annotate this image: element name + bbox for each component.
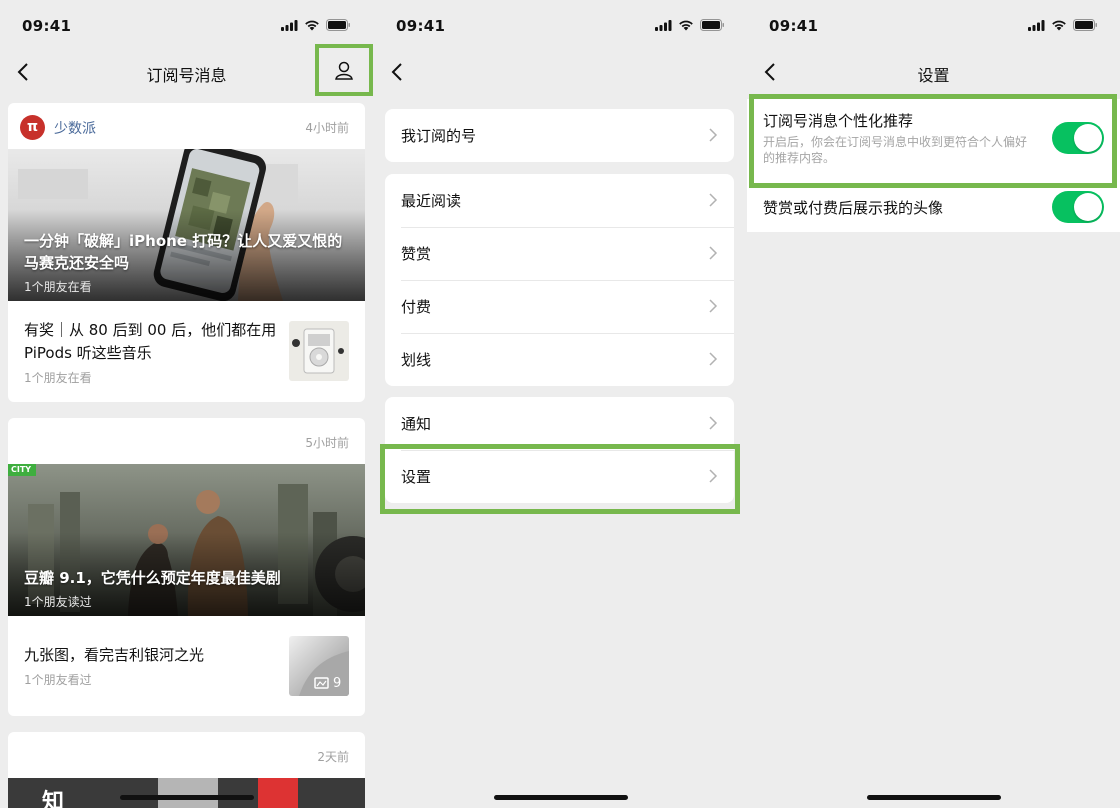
chevron-right-icon — [709, 299, 718, 313]
nav-bar: 订阅号消息 — [0, 44, 373, 96]
personalized-recommendation-toggle[interactable] — [1052, 122, 1104, 154]
menu-item-underlines[interactable]: 划线 — [385, 333, 734, 386]
hero-friends-read: 1个朋友读过 — [24, 595, 92, 609]
menu-item-label: 通知 — [401, 415, 432, 433]
hero-friends-read: 1个朋友在看 — [24, 280, 92, 294]
hero-char: 知 — [42, 790, 65, 808]
hero-article[interactable]: 一分钟「破解」iPhone 打码？让人又爱又恨的马赛克还安全吗 1个朋友在看 — [8, 149, 365, 301]
source-avatar[interactable]: π — [20, 115, 45, 140]
nav-bar — [374, 52, 747, 92]
menu-item-settings[interactable]: 设置 — [385, 450, 734, 503]
show-avatar-toggle[interactable] — [1052, 191, 1104, 223]
setting-title: 订阅号消息个性化推荐 — [763, 112, 914, 130]
wifi-icon — [1052, 20, 1066, 31]
chevron-right-icon — [709, 193, 718, 207]
chevron-right-icon — [709, 352, 718, 366]
menu-item-label: 赞赏 — [401, 245, 432, 263]
chevron-right-icon — [709, 128, 718, 142]
subscription-messages-screen: 09:41 订阅号消息 π 少数派 4小时前 一分钟「破解」iPhone 打码？… — [0, 0, 373, 808]
home-indicator — [866, 795, 1001, 800]
article-card: π 少数派 4小时前 一分钟「破解」iPhone 打码？让人又爱又恨的马赛克还安… — [8, 103, 365, 402]
signal-icon — [281, 19, 298, 31]
wifi-icon — [679, 20, 693, 31]
status-time: 09:41 — [769, 17, 819, 35]
article-card: 5小时前 CITY 豆瓣 9.1，它凭什么预定年度最佳美剧 1个朋友读过 九张图… — [8, 418, 365, 716]
chevron-right-icon — [709, 416, 718, 430]
menu-item-subscribed-accounts[interactable]: 我订阅的号 — [385, 109, 734, 162]
source-name[interactable]: 少数派 — [54, 118, 96, 138]
battery-icon — [700, 19, 724, 31]
article-friends-read: 1个朋友在看 — [24, 371, 92, 385]
hero-title: 豆瓣 9.1，它凭什么预定年度最佳美剧 — [24, 569, 281, 587]
person-icon — [335, 61, 353, 80]
page-title: 设置 — [917, 66, 950, 85]
menu-group: 最近阅读 赞赏 付费 划线 — [385, 174, 734, 386]
chevron-right-icon — [709, 246, 718, 260]
menu-item-notifications[interactable]: 通知 — [385, 397, 734, 450]
home-indicator — [493, 795, 628, 800]
setting-title: 赞赏或付费后展示我的头像 — [763, 199, 944, 217]
menu-item-label: 我订阅的号 — [401, 127, 477, 145]
setting-description: 开启后，你会在订阅号消息中收到更符合个人偏好的推荐内容。 — [763, 135, 1028, 165]
article-thumbnail — [289, 321, 349, 381]
menu-group: 通知 设置 — [385, 397, 734, 503]
article-row[interactable]: 九张图，看完吉利银河之光 1个朋友看过 9 — [8, 616, 365, 716]
back-icon[interactable] — [388, 62, 408, 82]
wifi-icon — [305, 20, 319, 31]
status-time: 09:41 — [396, 17, 446, 35]
setting-personalized-recommendation: 订阅号消息个性化推荐 开启后，你会在订阅号消息中收到更符合个人偏好的推荐内容。 — [747, 99, 1120, 183]
article-thumbnail: 9 — [289, 636, 349, 696]
photo-count: 9 — [333, 676, 342, 691]
setting-show-avatar: 赞赏或付费后展示我的头像 — [747, 183, 1120, 232]
battery-icon — [1073, 19, 1097, 31]
status-bar: 09:41 — [374, 0, 747, 52]
chevron-right-icon — [709, 469, 718, 483]
battery-icon — [326, 19, 350, 31]
nav-bar: 设置 — [747, 52, 1120, 92]
home-indicator — [119, 795, 254, 800]
settings-screen: 09:41 设置 订阅号消息个性化推荐 开启后，你会在订阅号消息中收到更符合个人… — [747, 0, 1120, 808]
card-time: 2天前 — [317, 750, 349, 764]
menu-item-recent-reads[interactable]: 最近阅读 — [385, 174, 734, 227]
menu-item-label: 划线 — [401, 351, 432, 369]
menu-group: 我订阅的号 — [385, 109, 734, 162]
hero-article[interactable]: CITY 豆瓣 9.1，它凭什么预定年度最佳美剧 1个朋友读过 — [8, 464, 365, 616]
article-friends-read: 1个朋友看过 — [24, 673, 92, 687]
article-title: 有奖｜从 80 后到 00 后，他们都在用 PiPods 听这些音乐 — [24, 321, 277, 362]
article-row[interactable]: 有奖｜从 80 后到 00 后，他们都在用 PiPods 听这些音乐 1个朋友在… — [8, 301, 365, 402]
menu-item-label: 付费 — [401, 298, 432, 316]
card-time: 4小时前 — [305, 121, 349, 135]
signal-icon — [655, 19, 672, 31]
menu-item-label: 最近阅读 — [401, 192, 462, 210]
status-time: 09:41 — [22, 17, 72, 35]
signal-icon — [1028, 19, 1045, 31]
status-bar: 09:41 — [747, 0, 1120, 52]
city-badge: CITY — [11, 465, 32, 474]
article-title: 九张图，看完吉利银河之光 — [24, 646, 205, 664]
menu-item-rewards[interactable]: 赞赏 — [385, 227, 734, 280]
menu-item-label: 设置 — [401, 468, 432, 486]
hero-title: 一分钟「破解」iPhone 打码？让人又爱又恨的马赛克还安全吗 — [24, 232, 343, 272]
profile-button[interactable] — [315, 44, 373, 96]
menu-item-paid[interactable]: 付费 — [385, 280, 734, 333]
hero-article[interactable]: 知 — [8, 778, 365, 808]
card-time: 5小时前 — [305, 436, 349, 450]
me-subscriptions-screen: 09:41 我订阅的号 最近阅读 赞赏 付费 划线 通知 设置 — [374, 0, 747, 808]
